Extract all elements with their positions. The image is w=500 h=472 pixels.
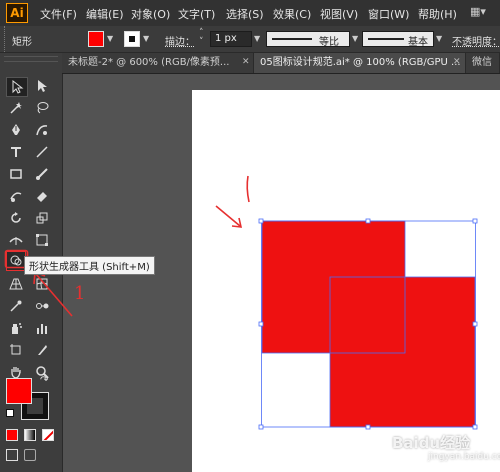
- menu-file[interactable]: 文件(F): [40, 6, 77, 22]
- swap-colors-icon[interactable]: ↷: [40, 375, 48, 386]
- document-tabs: 未标题-2* @ 600% (RGB/像素预... ✕ 05图标设计规范.ai*…: [62, 53, 500, 74]
- lasso-tool-icon[interactable]: [32, 99, 52, 117]
- menu-type[interactable]: 文字(T): [178, 6, 215, 22]
- chevron-down-icon[interactable]: ▼: [254, 34, 260, 43]
- stepper-icon[interactable]: ˄ ˅: [199, 29, 204, 47]
- menu-window[interactable]: 窗口(W): [368, 6, 409, 22]
- brush-definition[interactable]: 基本: [362, 31, 434, 48]
- artboard[interactable]: [192, 90, 500, 472]
- menu-select[interactable]: 选择(S): [226, 6, 264, 22]
- menu-bar: Ai 文件(F) 编辑(E) 对象(O) 文字(T) 选择(S) 效果(C) 视…: [0, 0, 500, 26]
- rectangle-tool-icon[interactable]: [6, 165, 26, 183]
- gradient-mode-icon[interactable]: [24, 429, 36, 441]
- fill-color-box[interactable]: [6, 378, 32, 404]
- stroke-label[interactable]: 描边：: [165, 33, 195, 48]
- chevron-down-icon[interactable]: ▼: [143, 34, 149, 43]
- scale-tool-icon[interactable]: [32, 209, 52, 227]
- perspective-grid-tool-icon[interactable]: [6, 275, 26, 293]
- mesh-tool-icon[interactable]: [32, 275, 52, 293]
- shape-builder-tool-icon[interactable]: [6, 251, 26, 271]
- pen-tool-icon[interactable]: [6, 121, 26, 139]
- none-mode-icon[interactable]: [42, 429, 54, 441]
- variable-width-profile[interactable]: 等比: [266, 31, 350, 48]
- menu-object[interactable]: 对象(O): [131, 6, 170, 22]
- default-colors-icon[interactable]: [6, 409, 14, 417]
- width-tool-icon[interactable]: [6, 231, 26, 249]
- draw-mode-icon[interactable]: [6, 449, 18, 461]
- menu-edit[interactable]: 编辑(E): [86, 6, 124, 22]
- close-icon[interactable]: ✕: [453, 57, 461, 67]
- baidu-watermark: Baidu经验: [392, 434, 471, 452]
- line-segment-tool-icon[interactable]: [32, 143, 52, 161]
- eyedropper-tool-icon[interactable]: [6, 297, 26, 315]
- control-bar: 矩形 ▼ ▼ 描边： ˄ ˅ 1 px ▼ 等比 ▼ 基本 ▼ 不透明度：: [0, 26, 500, 53]
- chevron-down-icon[interactable]: ▼: [107, 34, 113, 43]
- paintbrush-tool-icon[interactable]: [32, 165, 52, 183]
- opacity-label[interactable]: 不透明度：: [452, 33, 500, 48]
- symbol-sprayer-tool-icon[interactable]: [6, 319, 26, 337]
- annotation-step-number: 1: [74, 283, 86, 304]
- tab-document-3[interactable]: 微信: [466, 53, 500, 73]
- direct-selection-tool-icon[interactable]: [32, 77, 52, 95]
- eraser-tool-icon[interactable]: [32, 187, 52, 205]
- shaper-tool-icon[interactable]: [6, 187, 26, 205]
- illustrator-logo: Ai: [6, 3, 28, 23]
- menu-effect[interactable]: 效果(C): [273, 6, 311, 22]
- grip-handle[interactable]: [4, 26, 7, 52]
- object-type-label: 矩形: [12, 37, 32, 48]
- chevron-down-icon[interactable]: ▼: [352, 34, 358, 43]
- fill-swatch[interactable]: [88, 31, 104, 47]
- screen-mode-icon[interactable]: [24, 449, 36, 461]
- slice-tool-icon[interactable]: [32, 341, 52, 359]
- free-transform-tool-icon[interactable]: [32, 231, 52, 249]
- close-icon[interactable]: ✕: [242, 57, 250, 67]
- baidu-watermark-url: jingyan.baidu.com: [428, 452, 500, 462]
- curvature-tool-icon[interactable]: [32, 121, 52, 139]
- type-tool-icon[interactable]: [6, 143, 26, 161]
- stroke-weight-field[interactable]: 1 px: [210, 31, 252, 47]
- color-mode-icon[interactable]: [6, 429, 18, 441]
- tool-tooltip: 形状生成器工具 (Shift+M): [24, 256, 155, 275]
- rotate-tool-icon[interactable]: [6, 209, 26, 227]
- column-graph-tool-icon[interactable]: [32, 319, 52, 337]
- workspace-switcher-icon[interactable]: ▦▾: [470, 5, 486, 18]
- artboard-tool-icon[interactable]: [6, 341, 26, 359]
- menu-help[interactable]: 帮助(H): [418, 6, 457, 22]
- selection-tool-icon[interactable]: [6, 77, 28, 97]
- magic-wand-tool-icon[interactable]: [6, 99, 26, 117]
- tab-document-1[interactable]: 未标题-2* @ 600% (RGB/像素预...: [62, 53, 254, 73]
- blend-tool-icon[interactable]: [32, 297, 52, 315]
- panel-grip[interactable]: [4, 56, 58, 62]
- chevron-down-icon[interactable]: ▼: [436, 34, 442, 43]
- tab-document-2[interactable]: 05图标设计规范.ai* @ 100% (RGB/GPU ...: [254, 53, 466, 73]
- menu-view[interactable]: 视图(V): [320, 6, 358, 22]
- stroke-swatch[interactable]: [124, 31, 140, 47]
